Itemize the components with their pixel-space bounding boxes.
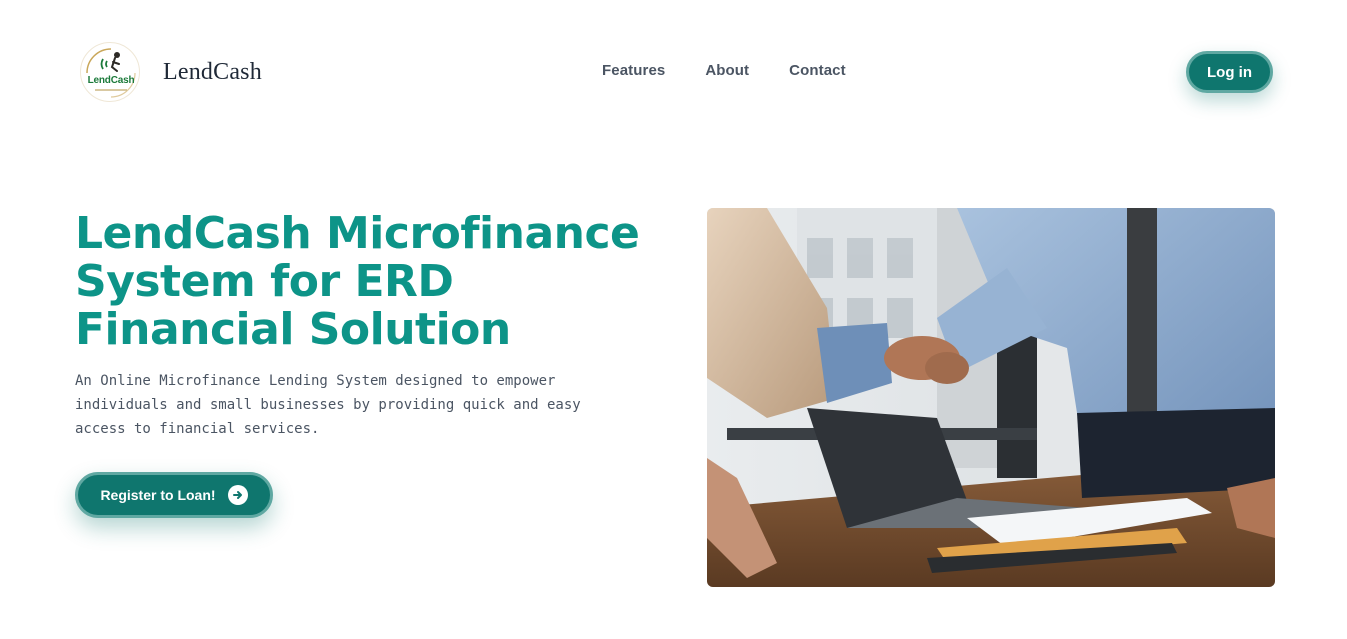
brand-name: LendCash [163, 58, 262, 85]
logo-text: LendCash [87, 75, 135, 86]
hero-handshake-image [707, 208, 1275, 587]
login-button[interactable]: Log in [1186, 51, 1273, 93]
nav-link-contact[interactable]: Contact [789, 62, 846, 79]
brand-logo: LendCash [80, 42, 140, 102]
arrow-right-circle-icon [227, 485, 248, 505]
hero-description: An Online Microfinance Lending System de… [75, 373, 581, 437]
logo-mark-icon [86, 48, 136, 98]
nav-link-features[interactable]: Features [602, 62, 665, 79]
register-loan-label: Register to Loan! [100, 487, 216, 503]
nav-link-about[interactable]: About [705, 62, 749, 79]
brand-logo-link[interactable]: LendCash LendCash [80, 42, 262, 102]
register-loan-button[interactable]: Register to Loan! [75, 472, 273, 518]
site-header: LendCash LendCash Features About Contact… [0, 0, 1347, 140]
main-nav: Features About Contact [602, 62, 846, 79]
hero-title: LendCash Microfinance System for ERD Fin… [75, 208, 640, 355]
